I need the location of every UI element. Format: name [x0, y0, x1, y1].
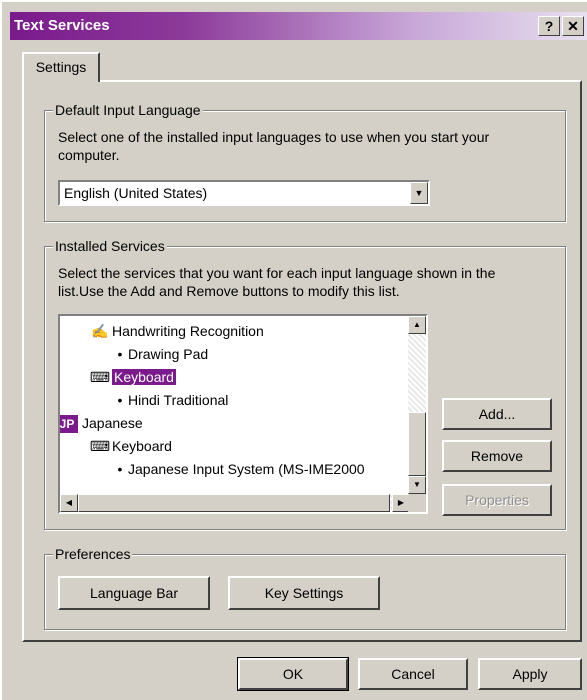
installed-services-legend: Installed Services — [53, 237, 167, 255]
list-item[interactable]: • Hindi Traditional — [112, 389, 229, 411]
language-bar-button[interactable]: Language Bar — [58, 576, 210, 610]
language-badge: JP — [60, 415, 78, 433]
list-item[interactable]: • Japanese Input System (MS-IME2000 — [112, 458, 365, 480]
keyboard-icon: ⌨ — [89, 369, 111, 385]
installed-services-tree[interactable]: ✍ Handwriting Recognition • Drawing Pad ⌨ K… — [58, 314, 428, 514]
keyboard-icon: ⌨ — [89, 438, 111, 454]
list-item-selected[interactable]: ⌨ Keyboard — [88, 366, 176, 388]
bullet-icon: • — [117, 392, 123, 408]
list-item[interactable]: ⌨ Keyboard — [88, 435, 172, 457]
default-language-select[interactable]: English (United States) ▼ — [58, 180, 430, 206]
key-settings-button[interactable]: Key Settings — [228, 576, 380, 610]
bullet-icon: • — [117, 346, 123, 362]
scroll-down-icon[interactable]: ▼ — [408, 476, 426, 494]
default-language-description-line1: Select one of the installed input langua… — [58, 129, 490, 145]
list-item[interactable]: • Drawing Pad — [112, 343, 209, 365]
scroll-up-icon[interactable]: ▲ — [408, 316, 426, 334]
list-item-label: Hindi Traditional — [128, 392, 229, 408]
scrollbar-corner — [408, 494, 426, 512]
list-item[interactable]: ✍ Handwriting Recognition — [88, 320, 264, 342]
remove-button[interactable]: Remove — [442, 440, 552, 472]
list-item[interactable]: JP Japanese — [60, 412, 143, 434]
default-language-description-line2: computer. — [58, 147, 120, 163]
cancel-button[interactable]: Cancel — [358, 658, 468, 690]
vertical-scrollbar[interactable]: ▲ ▼ — [408, 316, 426, 494]
preferences-legend: Preferences — [53, 545, 133, 563]
bullet-icon: • — [117, 461, 123, 477]
list-item-label: Keyboard — [112, 369, 176, 385]
default-language-value: English (United States) — [64, 185, 208, 201]
list-item-label: Keyboard — [112, 438, 172, 454]
title-bar[interactable]: Text Services ? ✕ — [10, 12, 587, 40]
chevron-down-icon[interactable]: ▼ — [410, 182, 428, 204]
text-services-dialog: Text Services ? ✕ Settings Default Input… — [0, 0, 587, 700]
horizontal-scrollbar[interactable]: ◀ ▶ — [60, 494, 410, 512]
horizontal-scroll-thumb[interactable] — [78, 494, 390, 512]
close-button[interactable]: ✕ — [562, 16, 584, 36]
installed-services-description-line1: Select the services that you want for ea… — [58, 265, 496, 281]
add-button[interactable]: Add... — [442, 398, 552, 430]
installed-services-description-line2: list.Use the Add and Remove buttons to m… — [58, 283, 400, 299]
apply-button[interactable]: Apply — [478, 658, 582, 690]
scroll-left-icon[interactable]: ◀ — [60, 494, 78, 512]
pen-icon: ✍ — [91, 323, 109, 339]
list-item-label: Japanese — [82, 415, 143, 431]
properties-button[interactable]: Properties — [442, 484, 552, 516]
help-button[interactable]: ? — [538, 16, 560, 36]
list-item-label: Handwriting Recognition — [112, 323, 264, 339]
vertical-scroll-thumb[interactable] — [408, 412, 426, 476]
window-title: Text Services — [14, 17, 110, 34]
ok-button[interactable]: OK — [237, 657, 349, 691]
list-item-label: Drawing Pad — [128, 346, 209, 362]
list-item-label: Japanese Input System (MS-IME2000 — [128, 461, 365, 477]
tab-settings[interactable]: Settings — [22, 52, 100, 82]
default-input-language-legend: Default Input Language — [53, 101, 203, 119]
